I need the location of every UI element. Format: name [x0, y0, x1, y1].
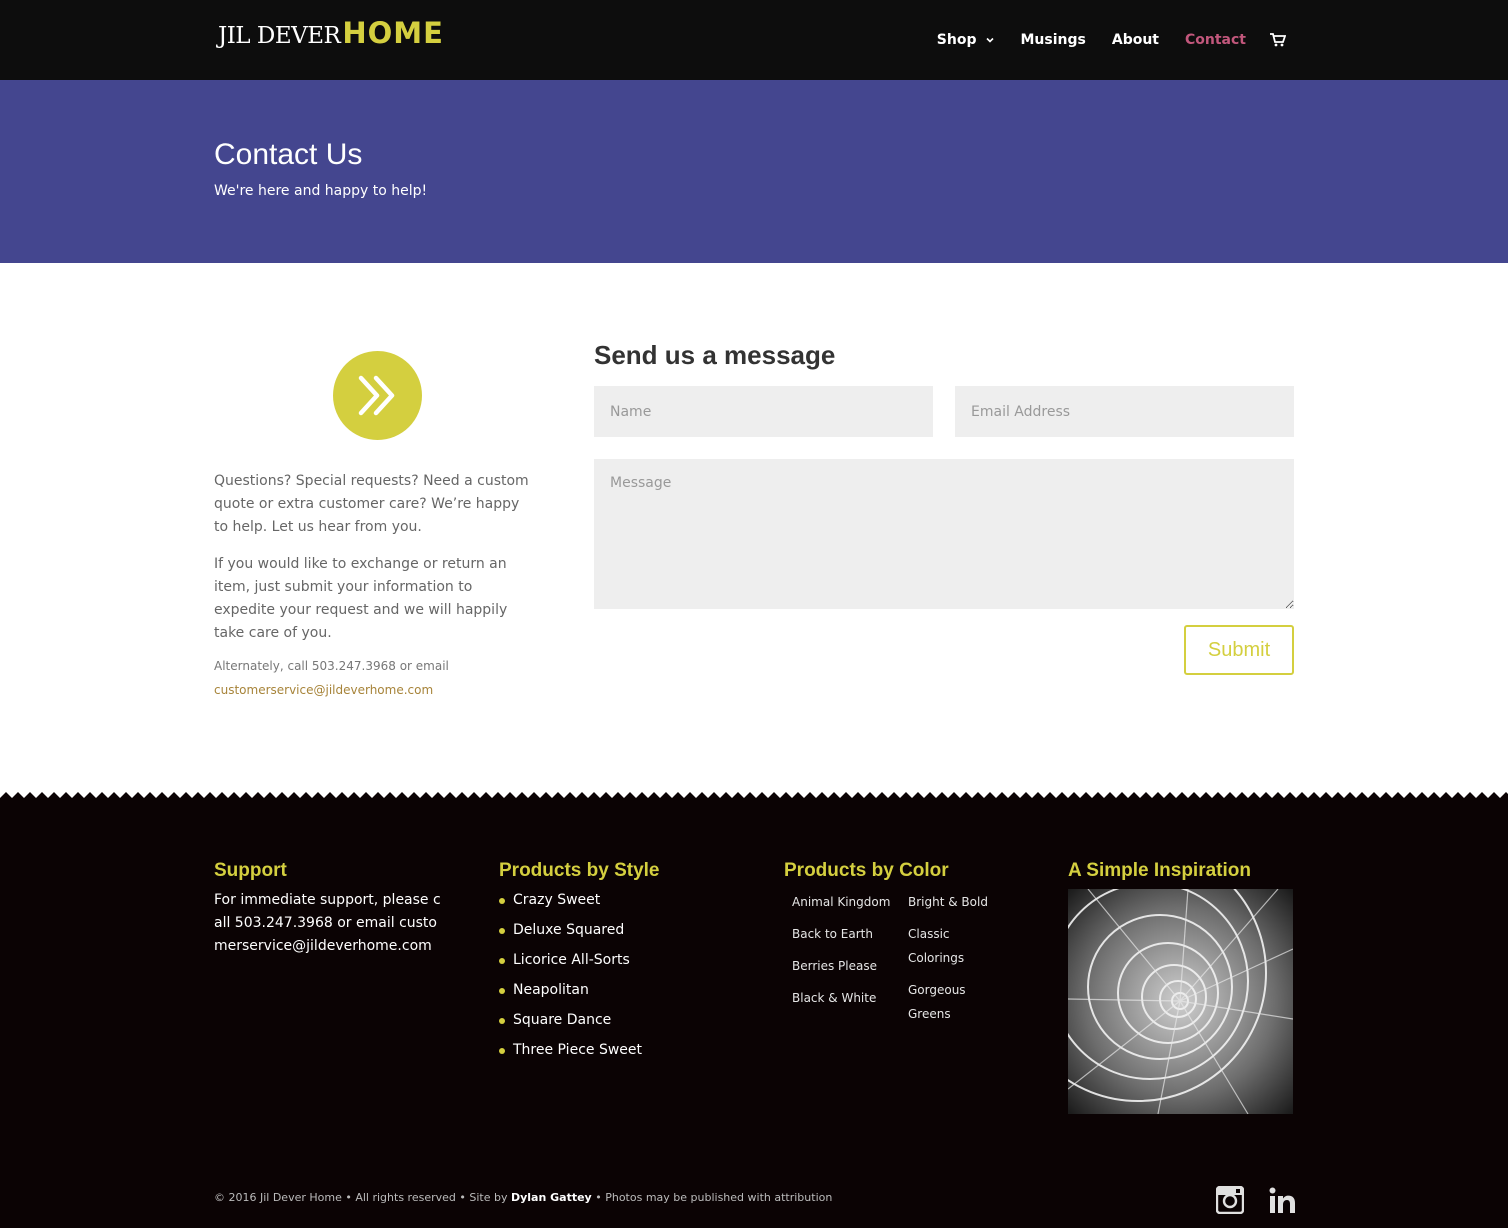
nav-item-musings[interactable]: Musings: [1021, 32, 1086, 48]
intro-paragraph: Questions? Special requests? Need a cust…: [214, 473, 529, 535]
email-field[interactable]: [955, 386, 1294, 437]
style-link[interactable]: Licorice All-Sorts: [513, 949, 630, 972]
list-item[interactable]: Crazy Sweet: [499, 889, 642, 919]
logo-text-serif: JIL DEVER: [218, 23, 341, 49]
support-heading: Support: [214, 860, 287, 881]
bullet-icon: [499, 898, 505, 904]
chevron-down-icon: [985, 37, 994, 43]
bullet-icon: [499, 958, 505, 964]
instagram-icon[interactable]: [1216, 1186, 1244, 1214]
styles-heading: Products by Style: [499, 860, 660, 881]
page-subtitle: We're here and happy to help!: [214, 183, 428, 199]
cart-icon[interactable]: [1270, 33, 1286, 47]
list-item[interactable]: Square Dance: [499, 1009, 642, 1039]
site-logo[interactable]: JIL DEVER HOME: [218, 16, 444, 52]
bullet-icon: [499, 988, 505, 994]
nav-item-label: Contact: [1185, 32, 1246, 48]
color-link[interactable]: Gorgeous Greens: [908, 978, 988, 1026]
logo-text-home: HOME: [342, 16, 444, 50]
copyright-prefix: © 2016 Jil Dever Home • All rights reser…: [214, 1191, 511, 1204]
nav-item-shop[interactable]: Shop: [937, 32, 995, 48]
bullet-icon: [499, 1018, 505, 1024]
nav-item-label: About: [1111, 32, 1159, 48]
bullet-icon: [499, 928, 505, 934]
main-nav: Shop Musings About Contact: [911, 0, 1286, 80]
nav-item-contact[interactable]: Contact: [1185, 32, 1246, 48]
style-link[interactable]: Three Piece Sweet: [513, 1039, 642, 1062]
color-link[interactable]: Bright & Bold: [908, 890, 988, 914]
style-link[interactable]: Deluxe Squared: [513, 919, 624, 942]
color-link[interactable]: Berries Please: [792, 954, 902, 978]
copyright-suffix: • Photos may be published with attributi…: [591, 1191, 833, 1204]
list-item[interactable]: Licorice All-Sorts: [499, 949, 642, 979]
submit-button[interactable]: Submit: [1184, 625, 1294, 675]
double-chevron-right-icon: [358, 375, 395, 416]
page-title: Contact Us: [214, 138, 363, 171]
list-item[interactable]: Three Piece Sweet: [499, 1039, 642, 1069]
author-link[interactable]: Dylan Gattey: [511, 1191, 592, 1204]
linkedin-icon[interactable]: [1268, 1186, 1296, 1214]
nav-item-label: Musings: [1020, 32, 1086, 48]
list-item[interactable]: Deluxe Squared: [499, 919, 642, 949]
hero-banner: Contact Us We're here and happy to help!: [0, 80, 1508, 263]
list-item[interactable]: Neapolitan: [499, 979, 642, 1009]
nav-item-about[interactable]: About: [1112, 32, 1159, 48]
bullet-icon: [499, 1048, 505, 1054]
alternate-contact: Alternately, call 503.247.3968 or email …: [214, 654, 544, 702]
form-title: Send us a message: [594, 340, 836, 370]
style-link[interactable]: Square Dance: [513, 1009, 611, 1032]
nautilus-shell-image: [1068, 889, 1293, 1114]
color-link[interactable]: Animal Kingdom: [792, 890, 902, 914]
style-link[interactable]: Crazy Sweet: [513, 889, 600, 912]
style-link[interactable]: Neapolitan: [513, 979, 589, 1002]
color-link[interactable]: Classic Colorings: [908, 922, 988, 970]
alternate-contact-text: Alternately, call 503.247.3968 or email: [214, 659, 449, 673]
name-field[interactable]: [594, 386, 933, 437]
copyright-text: © 2016 Jil Dever Home • All rights reser…: [214, 1191, 832, 1204]
site-footer: Support For immediate support, please ca…: [0, 800, 1508, 1228]
color-link[interactable]: Back to Earth: [792, 922, 902, 946]
message-field[interactable]: [594, 459, 1294, 609]
colors-list-col1: Animal Kingdom Back to Earth Berries Ple…: [792, 890, 902, 1018]
support-text: For immediate support, please call 503.2…: [214, 892, 441, 954]
inspiration-heading: A Simple Inspiration: [1068, 860, 1251, 881]
nav-item-label: Shop: [936, 32, 977, 48]
styles-list: Crazy Sweet Deluxe Squared Licorice All-…: [499, 889, 642, 1069]
color-link[interactable]: Black & White: [792, 986, 902, 1010]
email-link[interactable]: customerservice@jildeverhome.com: [214, 678, 544, 702]
colors-list-col2: Bright & Bold Classic Colorings Gorgeous…: [908, 890, 988, 1034]
site-header: JIL DEVER HOME Shop Musings About Contac…: [0, 0, 1508, 80]
colors-heading: Products by Color: [784, 860, 949, 881]
returns-paragraph: If you would like to exchange or return …: [214, 556, 508, 641]
blurb-icon-circle: [333, 351, 422, 440]
